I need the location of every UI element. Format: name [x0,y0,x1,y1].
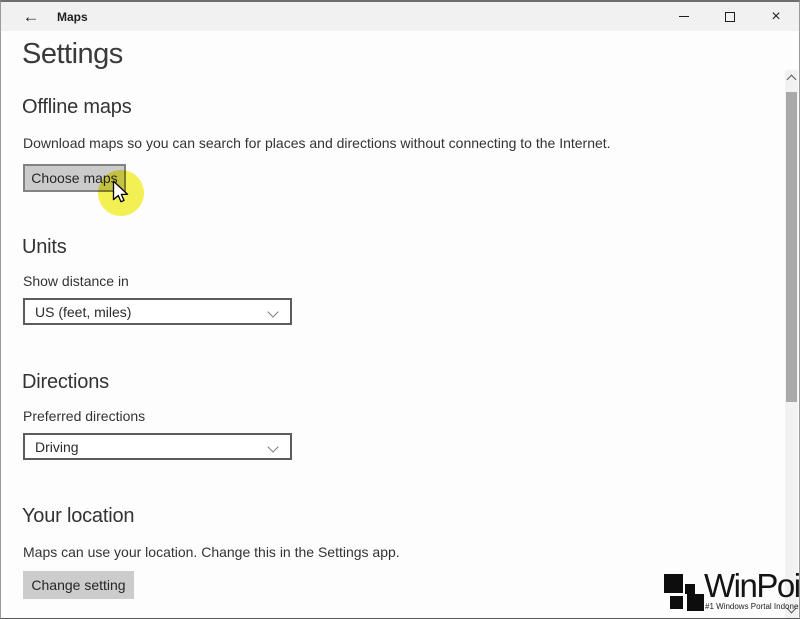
preferred-directions-value: Driving [35,438,79,455]
title-bar: ← Maps × [1,2,799,31]
maps-app-window: ← Maps × Settings Offline maps Download … [0,0,800,619]
chevron-down-icon [267,441,279,453]
winpoin-logo-icon [664,574,683,593]
choose-maps-button[interactable]: Choose maps [23,164,126,192]
scrollbar-thumb[interactable] [786,92,797,402]
offline-maps-description: Download maps so you can search for plac… [23,135,611,151]
back-arrow-icon: ← [22,6,40,26]
winpoin-logo-icon [687,594,704,611]
window-controls: × [661,2,799,31]
minimize-button[interactable] [661,2,707,31]
maximize-icon [725,11,735,22]
winpoin-logo-icon [685,584,695,594]
minimize-icon [679,16,689,17]
watermark-brand: WinPoin [704,567,800,604]
back-button[interactable]: ← [11,2,51,31]
preferred-directions-dropdown[interactable]: Driving [23,433,292,460]
vertical-scrollbar[interactable] [785,70,798,618]
close-button[interactable]: × [753,2,799,31]
offline-maps-heading: Offline maps [22,96,132,118]
watermark-tagline: #1 Windows Portal Indonesia [705,602,800,611]
winpoin-watermark: WinPoin #1 Windows Portal Indonesia [661,567,800,618]
change-setting-button[interactable]: Change setting [23,571,134,599]
scroll-up-icon[interactable] [786,74,797,85]
page-title: Settings [22,38,123,70]
units-label: Show distance in [23,273,129,289]
your-location-heading: Your location [22,505,135,527]
units-heading: Units [22,236,67,258]
your-location-description: Maps can use your location. Change this … [23,544,400,560]
chevron-down-icon [267,306,279,318]
close-icon: × [771,7,781,25]
maximize-button[interactable] [707,2,753,31]
window-title: Maps [57,9,88,24]
winpoin-logo-icon [670,596,683,609]
directions-label: Preferred directions [23,408,146,424]
distance-units-dropdown[interactable]: US (feet, miles) [23,298,292,325]
directions-heading: Directions [22,371,109,393]
distance-units-value: US (feet, miles) [35,303,132,320]
settings-page: Settings Offline maps Download maps so y… [1,31,799,618]
